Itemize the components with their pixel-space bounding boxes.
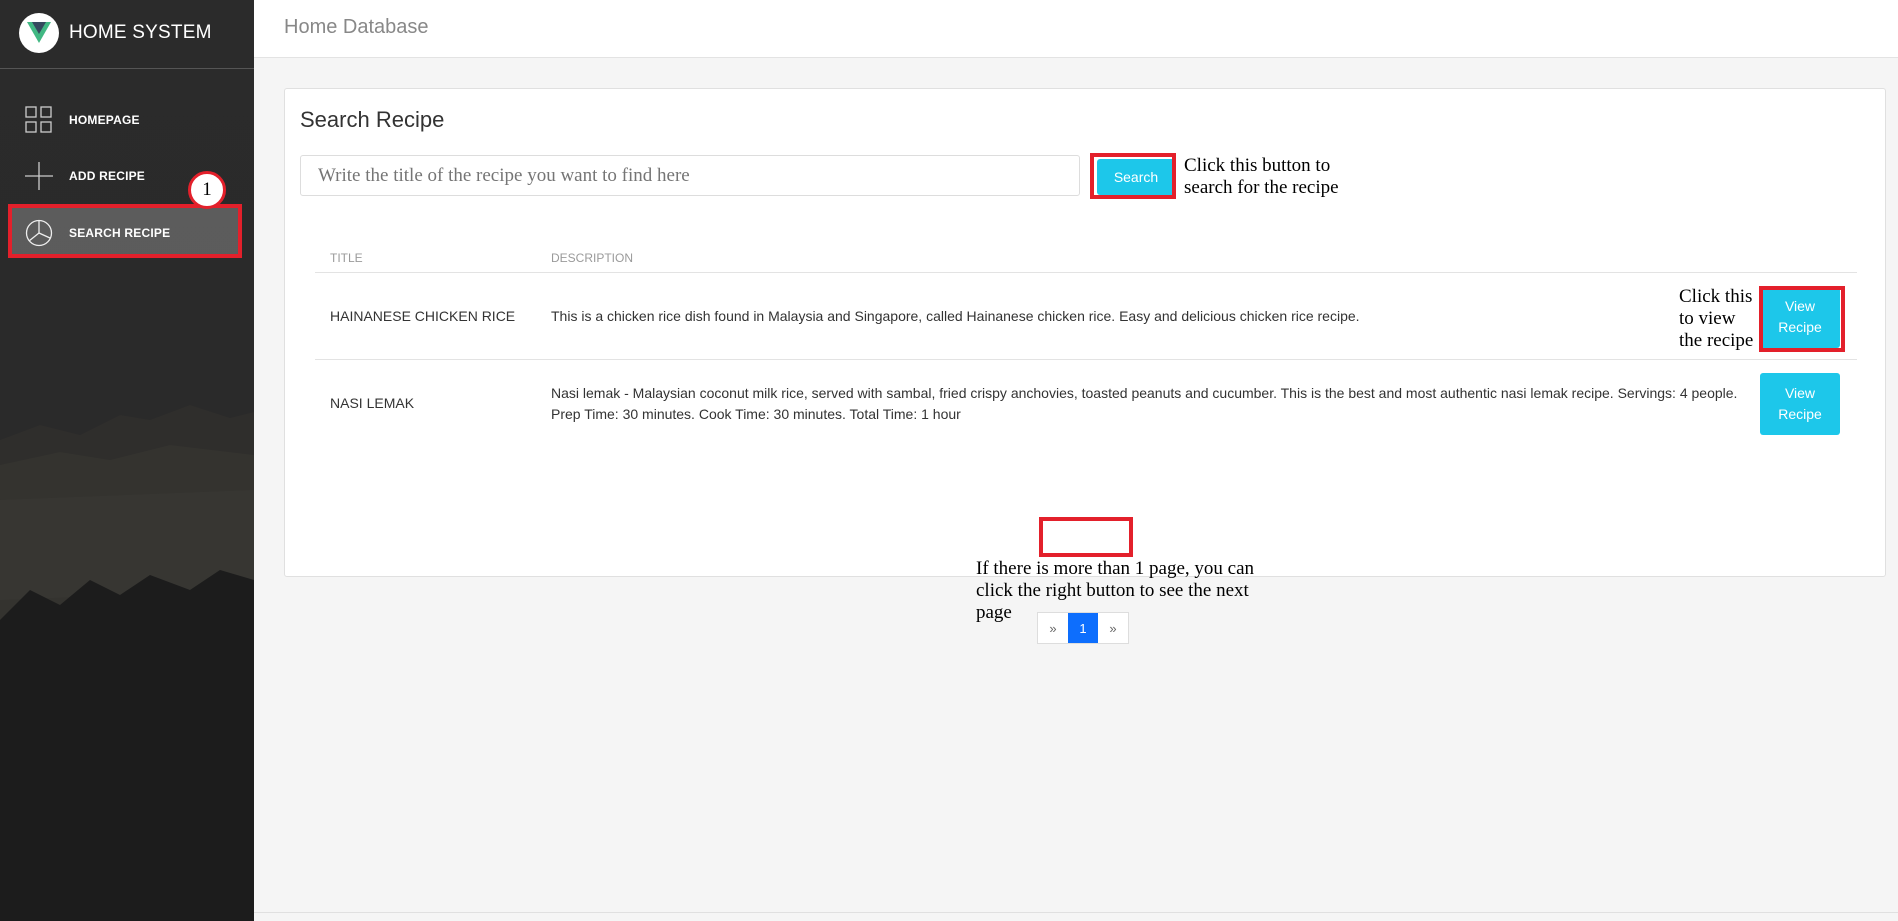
sidebar: HOME SYSTEM HOMEPAGE ADD RECIPE SEARCH R… [0,0,254,921]
sidebar-item-label: ADD RECIPE [69,169,146,183]
recipe-description: This is a chicken rice dish found in Mal… [551,308,1360,324]
vue-logo-icon [19,13,59,53]
footer-divider [254,912,1898,913]
table-divider [315,272,1857,273]
recipe-title: HAINANESE CHICKEN RICE [330,308,516,324]
sidebar-item-label: HOMEPAGE [69,113,140,127]
column-header-description: DESCRIPTION [551,251,634,265]
search-input[interactable] [300,155,1080,196]
table-divider [315,359,1857,360]
search-button[interactable]: Search [1097,159,1175,195]
annotation-pagination-note: If there is more than 1 page, you can cl… [976,558,1255,623]
card-title: Search Recipe [300,107,445,132]
pie-chart-icon [25,219,53,247]
search-recipe-card: Search Recipe Search TITLE DESCRIPTION H… [284,88,1886,644]
mountain-background-image [0,405,254,921]
brand[interactable]: HOME SYSTEM [0,0,254,69]
sidebar-item-search-recipe[interactable]: SEARCH RECIPE [10,208,240,258]
topbar: Home Database [254,0,1898,58]
step-number-badge: 1 [188,171,226,209]
recipe-title: NASI LEMAK [330,395,415,411]
plus-icon [25,162,53,190]
view-recipe-button[interactable]: View Recipe [1760,373,1840,435]
recipe-description: Nasi lemak - Malaysian coconut milk rice… [551,385,1738,422]
grid-icon [25,106,52,133]
column-header-title: TITLE [330,251,363,265]
brand-title: HOME SYSTEM [69,22,212,43]
annotation-search-note: Click this button to search for the reci… [1184,155,1339,198]
sidebar-item-label: SEARCH RECIPE [69,226,171,240]
sidebar-item-homepage[interactable]: HOMEPAGE [10,95,240,145]
annotation-view-note: Click this to view the recipe [1679,286,1754,351]
page-title: Home Database [284,16,429,38]
view-recipe-button[interactable]: View Recipe [1760,286,1840,348]
